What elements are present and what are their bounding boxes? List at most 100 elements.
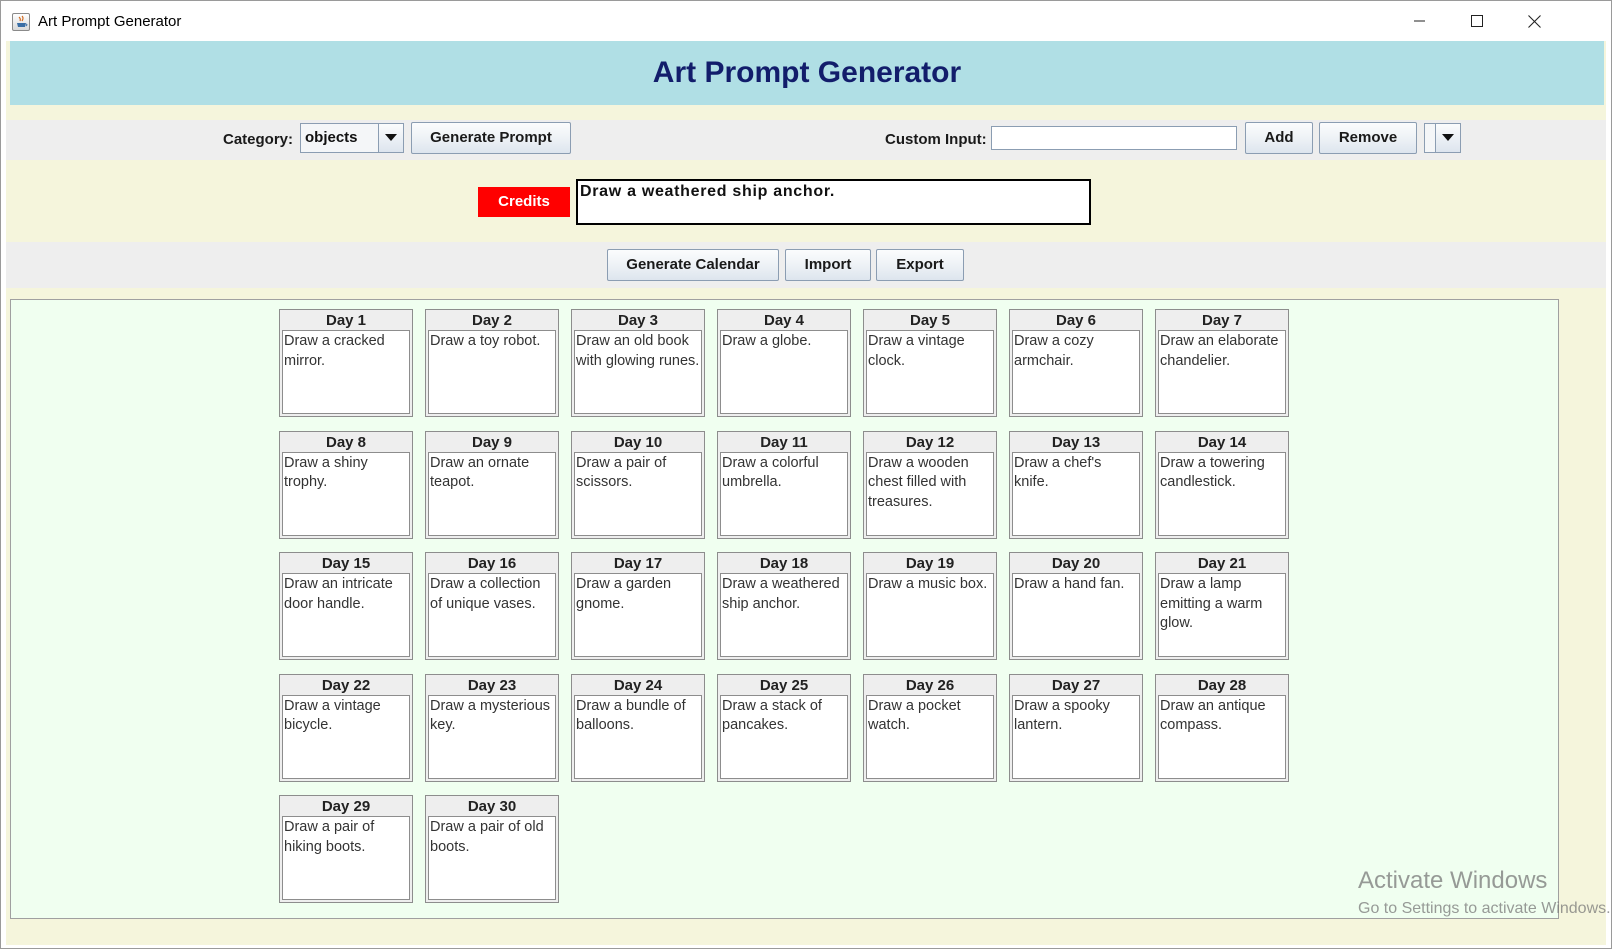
day-card: Day 21 Draw a lamp emitting a warm glow. [1155, 552, 1289, 660]
day-prompt-text[interactable]: Draw a vintage clock. [866, 330, 994, 414]
day-card: Day 22 Draw a vintage bicycle. [279, 673, 413, 782]
day-card: Day 16 Draw a collection of unique vases. [425, 552, 559, 660]
day-prompt-text[interactable]: Draw an elaborate chandelier. [1158, 330, 1286, 414]
day-prompt-text[interactable]: Draw a pair of hiking boots. [282, 816, 410, 900]
day-card: Day 25 Draw a stack of pancakes. [717, 673, 851, 782]
day-title: Day 3 [617, 312, 659, 329]
day-card: Day 20 Draw a hand fan. [1009, 552, 1143, 660]
custom-input-field[interactable] [991, 126, 1237, 150]
custom-items-select[interactable] [1424, 123, 1461, 153]
day-prompt-text[interactable]: Draw an ornate teapot. [428, 451, 556, 536]
day-card: Day 26 Draw a pocket watch. [863, 673, 997, 782]
day-card: Day 27 Draw a spooky lantern. [1009, 673, 1143, 782]
day-prompt-text[interactable]: Draw a spooky lantern. [1012, 694, 1140, 779]
window-title: Art Prompt Generator [38, 13, 182, 30]
remove-button[interactable]: Remove [1319, 122, 1417, 154]
day-card: Day 7 Draw an elaborate chandelier. [1155, 309, 1289, 417]
day-title: Day 11 [760, 433, 808, 451]
close-window-button[interactable] [1511, 1, 1557, 41]
day-title: Day 29 [321, 798, 371, 815]
add-button[interactable]: Add [1245, 122, 1313, 154]
day-prompt-text[interactable]: Draw a stack of pancakes. [720, 694, 848, 779]
day-prompt-text[interactable]: Draw a toy robot. [428, 330, 556, 414]
day-prompt-text[interactable]: Draw a vintage bicycle. [282, 694, 410, 779]
day-prompt-text[interactable]: Draw a garden gnome. [574, 573, 702, 657]
day-title: Day 6 [1055, 312, 1097, 329]
header-panel: Art Prompt Generator [10, 41, 1604, 105]
day-prompt-text[interactable]: Draw a colorful umbrella. [720, 451, 848, 536]
day-title: Day 4 [763, 312, 805, 329]
export-button[interactable]: Export [876, 249, 964, 281]
day-title: Day 1 [325, 312, 367, 329]
day-card: Day 9 Draw an ornate teapot. [425, 430, 559, 539]
day-title: Day 10 [613, 433, 663, 451]
prompt-text: Draw a weathered ship anchor. [580, 183, 836, 200]
chevron-down-icon [1442, 134, 1454, 141]
day-card: Day 19 Draw a music box. [863, 552, 997, 660]
import-button[interactable]: Import [785, 249, 871, 281]
day-title: Day 15 [321, 555, 371, 572]
calendar-panel: Day 1 Draw a cracked mirror. Day 2 Draw a t… [10, 299, 1559, 919]
activate-windows-title: Activate Windows [1358, 867, 1548, 894]
day-prompt-text[interactable]: Draw a chef's knife. [1012, 451, 1140, 536]
generate-prompt-button[interactable]: Generate Prompt [411, 122, 571, 154]
day-prompt-text[interactable]: Draw a lamp emitting a warm glow. [1158, 573, 1286, 657]
day-title: Day 2 [471, 312, 513, 329]
day-title: Day 16 [467, 555, 517, 572]
day-title: Day 21 [1197, 555, 1247, 572]
category-select[interactable]: objects [300, 123, 404, 153]
day-prompt-text[interactable]: Draw a hand fan. [1012, 573, 1140, 657]
day-title: Day 24 [613, 676, 663, 694]
day-card: Day 1 Draw a cracked mirror. [279, 309, 413, 417]
actions-toolbar: Generate Calendar Import Export [6, 242, 1606, 288]
day-prompt-text[interactable]: Draw a cracked mirror. [282, 330, 410, 414]
day-prompt-text[interactable]: Draw a pocket watch. [866, 694, 994, 779]
day-card: Day 6 Draw a cozy armchair. [1009, 309, 1143, 417]
day-card: Day 28 Draw an antique compass. [1155, 673, 1289, 782]
day-prompt-text[interactable]: Draw a pair of old boots. [428, 816, 556, 900]
day-prompt-text[interactable]: Draw a globe. [720, 330, 848, 414]
day-prompt-text[interactable]: Draw a pair of scissors. [574, 451, 702, 536]
title-bar[interactable]: Art Prompt Generator [1, 1, 1611, 41]
day-card: Day 4 Draw a globe. [717, 309, 851, 417]
day-card: Day 8 Draw a shiny trophy. [279, 430, 413, 539]
day-prompt-text[interactable]: Draw a mysterious key. [428, 694, 556, 779]
day-prompt-text[interactable]: Draw a cozy armchair. [1012, 330, 1140, 414]
day-prompt-text[interactable]: Draw a shiny trophy. [282, 451, 410, 536]
day-card: Day 12 Draw a wooden chest filled with tr… [863, 430, 997, 539]
generate-calendar-button[interactable]: Generate Calendar [607, 249, 779, 281]
category-dropdown-arrow[interactable] [378, 124, 403, 152]
category-label: Category: [223, 131, 294, 148]
day-prompt-text[interactable]: Draw a weathered ship anchor. [720, 573, 848, 657]
page-title: Art Prompt Generator [652, 56, 962, 89]
credits-button[interactable]: Credits [478, 187, 570, 217]
day-title: Day 5 [909, 312, 951, 329]
day-title: Day 30 [467, 798, 517, 815]
day-card: Day 15 Draw an intricate door handle. [279, 552, 413, 660]
app-window: Art Prompt Generator Art Prompt Generato… [0, 0, 1612, 949]
day-title: Day 13 [1051, 433, 1101, 451]
minimize-button[interactable] [1397, 1, 1443, 41]
day-prompt-text[interactable]: Draw an antique compass. [1158, 694, 1286, 779]
day-prompt-text[interactable]: Draw a bundle of balloons. [574, 694, 702, 779]
maximize-icon [1471, 15, 1483, 27]
day-title: Day 25 [759, 676, 809, 694]
day-card: Day 30 Draw a pair of old boots. [425, 795, 559, 903]
day-prompt-text[interactable]: Draw a wooden chest filled with treasure… [866, 451, 994, 536]
custom-items-dropdown-arrow[interactable] [1435, 124, 1460, 152]
day-title: Day 28 [1197, 676, 1247, 694]
day-prompt-text[interactable]: Draw an old book with glowing runes. [574, 330, 702, 414]
day-prompt-text[interactable]: Draw a music box. [866, 573, 994, 657]
chevron-down-icon [385, 134, 397, 141]
day-card: Day 29 Draw a pair of hiking boots. [279, 795, 413, 903]
day-title: Day 20 [1051, 555, 1101, 572]
day-card: Day 13 Draw a chef's knife. [1009, 430, 1143, 539]
controls-toolbar: Category: objects Generate Prompt Custom… [6, 120, 1606, 160]
day-title: Day 17 [613, 555, 663, 572]
day-prompt-text[interactable]: Draw a towering candlestick. [1158, 451, 1286, 536]
day-card: Day 2 Draw a toy robot. [425, 309, 559, 417]
day-title: Day 8 [325, 433, 367, 451]
day-prompt-text[interactable]: Draw a collection of unique vases. [428, 573, 556, 657]
maximize-button[interactable] [1454, 1, 1500, 41]
day-prompt-text[interactable]: Draw an intricate door handle. [282, 573, 410, 657]
